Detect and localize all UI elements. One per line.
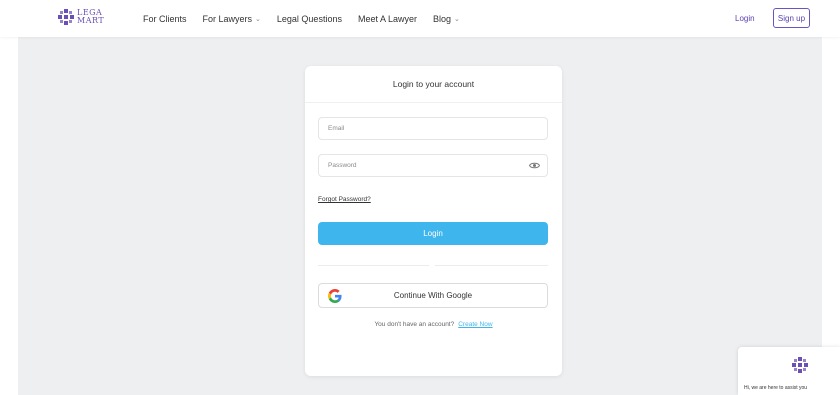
chat-widget-message: Hi, we are here to assist you (744, 385, 808, 391)
chevron-down-icon: ⌄ (255, 15, 261, 23)
nav-for-lawyers[interactable]: For Lawyers ⌄ (203, 14, 261, 24)
forgot-password-link[interactable]: Forgot Password? (318, 196, 371, 203)
chat-widget[interactable]: Hi, we are here to assist you (738, 347, 840, 395)
brand-wordmark: LEGA MART (77, 9, 104, 25)
google-icon (328, 289, 342, 303)
header-login-link[interactable]: Login (735, 14, 755, 23)
create-account-link[interactable]: Create Now (458, 321, 492, 328)
login-button[interactable]: Login (318, 222, 548, 245)
brand-line-2: MART (77, 16, 105, 25)
eye-icon[interactable] (529, 161, 540, 170)
nav-label: Legal Questions (276, 13, 342, 24)
nav-label: Blog (433, 13, 452, 24)
nav-blog[interactable]: Blog ⌄ (433, 14, 460, 24)
main-nav: For Clients For Lawyers ⌄ Legal Question… (143, 0, 476, 37)
brand-mark-icon (792, 357, 808, 373)
continue-with-google-button[interactable]: Continue With Google (318, 283, 548, 308)
nav-label: For Clients (143, 13, 187, 24)
signup-prompt: You don't have an account? Create Now (305, 321, 562, 328)
email-placeholder: Email (328, 125, 345, 132)
signup-button[interactable]: Sign up (773, 8, 810, 28)
login-card-title: Login to your account (305, 66, 562, 103)
nav-for-clients[interactable]: For Clients (143, 14, 187, 24)
brand-mark-icon (58, 9, 74, 25)
nav-meet-a-lawyer[interactable]: Meet A Lawyer (358, 14, 417, 24)
page-gutter-left (0, 0, 18, 395)
page-gutter-right (822, 0, 840, 395)
top-navbar: LEGA MART For Clients For Lawyers ⌄ Lega… (0, 0, 840, 37)
password-field[interactable]: Password (318, 154, 548, 177)
no-account-text: You don't have an account? (374, 321, 455, 328)
chevron-down-icon: ⌄ (454, 15, 460, 23)
nav-label: Meet A Lawyer (357, 13, 417, 24)
nav-label: For Lawyers (202, 13, 253, 24)
google-button-label: Continue With Google (393, 291, 473, 300)
divider-gap (429, 263, 435, 267)
password-placeholder: Password (328, 162, 357, 169)
nav-legal-questions[interactable]: Legal Questions (277, 14, 342, 24)
brand-logo[interactable]: LEGA MART (58, 9, 104, 25)
login-card: Login to your account Email Password For… (305, 66, 562, 376)
email-field[interactable]: Email (318, 117, 548, 140)
